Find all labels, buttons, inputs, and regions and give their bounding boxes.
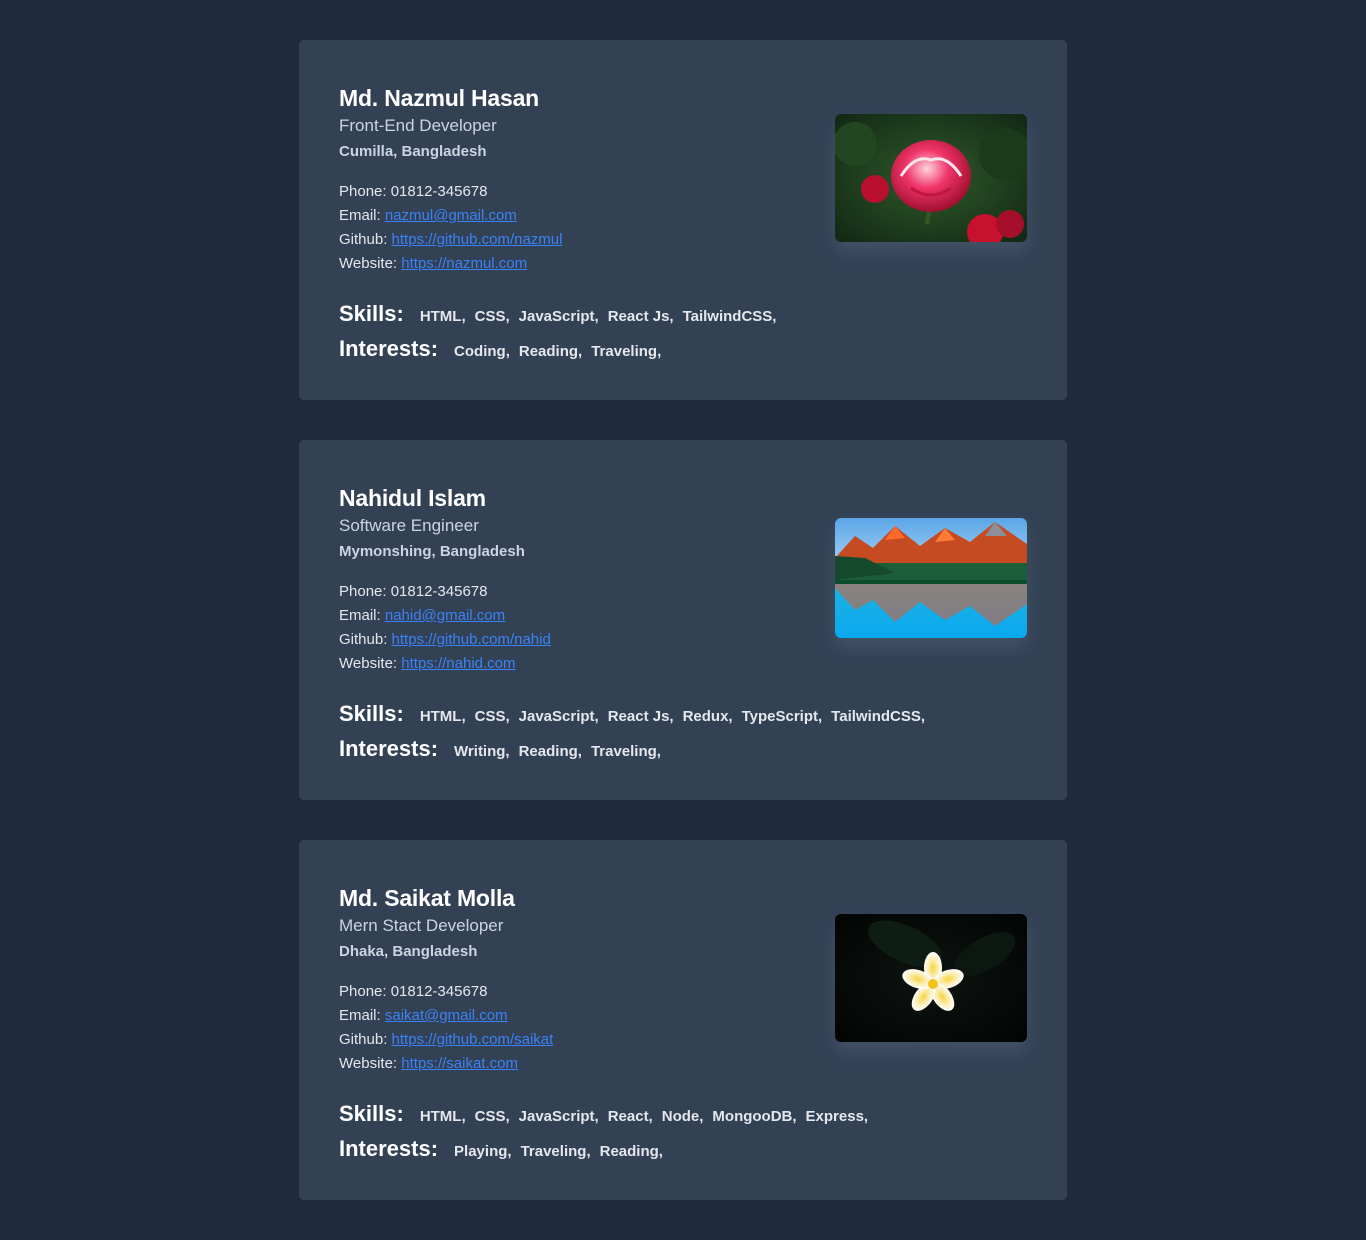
github-label: Github: — [339, 1031, 388, 1048]
email-label: Email: — [339, 607, 381, 624]
skill-tag: CSS, — [474, 308, 510, 325]
profile-name: Md. Nazmul Hasan — [339, 85, 540, 111]
white-flower-image — [835, 914, 1027, 1042]
website-label: Website: — [339, 1055, 398, 1072]
email-label: Email: — [339, 1007, 381, 1024]
website-link[interactable]: https://nazmul.com — [401, 255, 527, 272]
skill-tag: HTML, — [419, 1108, 466, 1125]
interests-label: Interests: — [339, 336, 439, 361]
skills-label: Skills: — [339, 1101, 404, 1126]
interests-label: Interests: — [339, 1136, 439, 1161]
profile-name: Nahidul Islam — [339, 485, 486, 511]
interest-tag: Playing, — [454, 1143, 512, 1160]
skill-tag: HTML, — [419, 308, 466, 325]
skill-tag: MongooDB, — [712, 1108, 797, 1125]
email-link[interactable]: nazmul@gmail.com — [385, 207, 517, 224]
skill-tag: React Js, — [607, 308, 674, 325]
github-link[interactable]: https://github.com/nazmul — [392, 231, 563, 248]
skill-tag: TypeScript, — [741, 708, 823, 725]
interest-tag: Writing, — [454, 743, 510, 760]
skills-row: Skills: HTML, CSS, JavaScript, React Js,… — [339, 698, 1027, 733]
interests-label: Interests: — [339, 736, 439, 761]
profile-list: Md. Nazmul Hasan Front-End Developer Cum… — [0, 0, 1366, 1240]
github-label: Github: — [339, 231, 388, 248]
website-row: Website: https://nazmul.com — [339, 252, 1027, 276]
email-link[interactable]: nahid@gmail.com — [385, 607, 505, 624]
skill-tag: React Js, — [607, 708, 674, 725]
website-row: Website: https://saikat.com — [339, 1052, 1027, 1076]
skill-tag: CSS, — [474, 1108, 510, 1125]
interest-tag: Reading, — [518, 743, 582, 760]
phone-value: 01812-345678 — [390, 983, 488, 1000]
profile-card: Nahidul Islam Software Engineer Mymonshi… — [299, 440, 1067, 800]
skill-tag: HTML, — [419, 708, 466, 725]
skill-tag: JavaScript, — [518, 308, 599, 325]
phone-label: Phone: — [339, 983, 387, 1000]
profile-card: Md. Nazmul Hasan Front-End Developer Cum… — [299, 40, 1067, 400]
skills-row: Skills: HTML, CSS, JavaScript, React, No… — [339, 1098, 1027, 1133]
profile-card: Md. Saikat Molla Mern Stact Developer Dh… — [299, 840, 1067, 1200]
interests-row: Interests: Playing, Traveling, Reading, — [339, 1133, 1027, 1168]
skill-tag: TailwindCSS, — [831, 708, 926, 725]
interests-row: Interests: Writing, Reading, Traveling, — [339, 733, 1027, 768]
skill-tag: TailwindCSS, — [682, 308, 777, 325]
interest-tag: Reading, — [518, 343, 583, 360]
tags-section: Skills: HTML, CSS, JavaScript, React Js,… — [339, 698, 1027, 768]
skills-label: Skills: — [339, 301, 404, 326]
email-label: Email: — [339, 207, 381, 224]
interest-tag: Coding, — [454, 343, 510, 360]
tags-section: Skills: HTML, CSS, JavaScript, React, No… — [339, 1098, 1027, 1168]
interest-tag: Traveling, — [520, 1143, 591, 1160]
interests-row: Interests: Coding, Reading, Traveling, — [339, 333, 1027, 368]
phone-label: Phone: — [339, 583, 387, 600]
website-label: Website: — [339, 255, 398, 272]
mountain-lake-image — [835, 518, 1027, 638]
interest-tag: Reading, — [599, 1143, 663, 1160]
skill-tag: React, — [607, 1108, 653, 1125]
github-link[interactable]: https://github.com/nahid — [392, 631, 551, 648]
red-rose-image — [835, 114, 1027, 242]
website-link[interactable]: https://nahid.com — [401, 655, 515, 672]
phone-value: 01812-345678 — [390, 183, 488, 200]
github-label: Github: — [339, 631, 388, 648]
skill-tag: Redux, — [682, 708, 733, 725]
github-link[interactable]: https://github.com/saikat — [392, 1031, 554, 1048]
website-row: Website: https://nahid.com — [339, 652, 1027, 676]
skill-tag: JavaScript, — [518, 708, 599, 725]
skills-label: Skills: — [339, 701, 404, 726]
email-link[interactable]: saikat@gmail.com — [385, 1007, 508, 1024]
skill-tag: Node, — [661, 1108, 704, 1125]
skill-tag: JavaScript, — [518, 1108, 599, 1125]
phone-label: Phone: — [339, 183, 387, 200]
tags-section: Skills: HTML, CSS, JavaScript, React Js,… — [339, 298, 1027, 368]
website-label: Website: — [339, 655, 398, 672]
phone-value: 01812-345678 — [390, 583, 488, 600]
skill-tag: Express, — [805, 1108, 869, 1125]
skill-tag: CSS, — [474, 708, 510, 725]
website-link[interactable]: https://saikat.com — [401, 1055, 518, 1072]
profile-name: Md. Saikat Molla — [339, 885, 515, 911]
interest-tag: Traveling, — [591, 343, 662, 360]
skills-row: Skills: HTML, CSS, JavaScript, React Js,… — [339, 298, 1027, 333]
interest-tag: Traveling, — [590, 743, 661, 760]
